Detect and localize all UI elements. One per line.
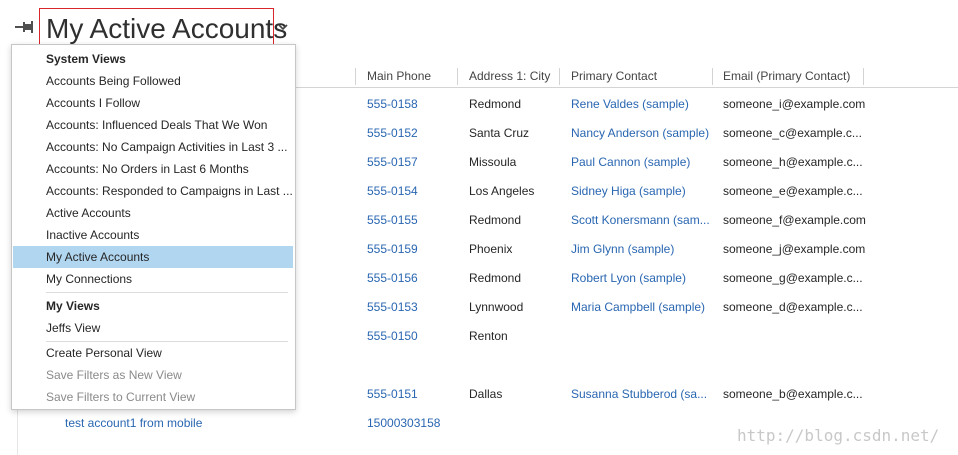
view-option[interactable]: Accounts: No Orders in Last 6 Months [13, 158, 293, 180]
city-cell: Redmond [469, 97, 522, 111]
email-cell: someone_i@example.com [723, 97, 866, 111]
primary-contact-link[interactable]: Sidney Higa (sample) [571, 184, 686, 198]
column-header-primary-contact[interactable]: Primary Contact [571, 69, 657, 83]
email-cell: someone_d@example.c... [723, 300, 863, 314]
primary-contact-link[interactable]: Nancy Anderson (sample) [571, 126, 709, 140]
column-separator [559, 68, 560, 85]
email-cell: someone_g@example.c... [723, 271, 863, 285]
view-option[interactable]: Accounts Being Followed [13, 70, 293, 92]
city-cell: Dallas [469, 387, 503, 401]
column-separator [712, 68, 713, 85]
main-phone-cell[interactable]: 555-0150 [367, 329, 418, 343]
column-header-email[interactable]: Email (Primary Contact) [723, 69, 850, 83]
column-separator [457, 68, 458, 85]
primary-contact-link[interactable]: Maria Campbell (sample) [571, 300, 705, 314]
city-cell: Phoenix [469, 242, 513, 256]
account-name-link[interactable]: test account1 from mobile [65, 416, 202, 430]
email-cell: someone_e@example.c... [723, 184, 863, 198]
email-cell: someone_b@example.c... [723, 387, 863, 401]
email-cell: someone_c@example.c... [723, 126, 862, 140]
view-option-selected[interactable]: My Active Accounts [13, 246, 293, 268]
page-title: My Active Accounts [46, 13, 288, 44]
view-option[interactable]: Jeffs View [13, 317, 293, 339]
primary-contact-link[interactable]: Susanna Stubberod (sa... [571, 387, 707, 401]
main-phone-cell[interactable]: 555-0151 [367, 387, 418, 401]
city-cell: Redmond [469, 271, 522, 285]
city-cell: Lynnwood [469, 300, 524, 314]
column-separator [355, 68, 356, 85]
email-cell: someone_f@example.com [723, 213, 866, 227]
main-phone-cell[interactable]: 555-0155 [367, 213, 418, 227]
column-header-main-phone[interactable]: Main Phone [367, 69, 431, 83]
pin-icon[interactable] [14, 20, 34, 34]
city-cell: Santa Cruz [469, 126, 530, 140]
primary-contact-link[interactable]: Robert Lyon (sample) [571, 271, 686, 285]
view-option[interactable]: Accounts I Follow [13, 92, 293, 114]
view-option[interactable]: My Connections [13, 268, 293, 290]
city-cell: Los Angeles [469, 184, 535, 198]
chevron-down-icon[interactable] [277, 22, 289, 32]
watermark: http://blog.csdn.net/ [737, 426, 940, 445]
main-phone-cell[interactable]: 555-0154 [367, 184, 418, 198]
primary-contact-link[interactable]: Paul Cannon (sample) [571, 155, 690, 169]
main-phone-cell[interactable]: 555-0156 [367, 271, 418, 285]
primary-contact-link[interactable]: Rene Valdes (sample) [571, 97, 689, 111]
system-views-heading: System Views [46, 52, 126, 66]
main-phone-cell[interactable]: 555-0159 [367, 242, 418, 256]
save-filters-new-view-item: Save Filters as New View [46, 368, 182, 382]
main-phone-cell[interactable]: 555-0153 [367, 300, 418, 314]
main-phone-cell[interactable]: 555-0158 [367, 97, 418, 111]
view-option[interactable]: Accounts: Influenced Deals That We Won [13, 114, 293, 136]
main-phone-cell[interactable]: 555-0152 [367, 126, 418, 140]
view-option[interactable]: Active Accounts [13, 202, 293, 224]
email-cell: someone_j@example.com [723, 242, 866, 256]
view-selector-dropdown: System Views Accounts Being Followed Acc… [11, 44, 296, 410]
view-option[interactable]: Accounts: Responded to Campaigns in Last… [13, 180, 293, 202]
view-option[interactable]: Accounts: No Campaign Activities in Last… [13, 136, 293, 158]
grid-header: Main Phone Address 1: City Primary Conta… [295, 66, 958, 88]
primary-contact-link[interactable]: Jim Glynn (sample) [571, 242, 674, 256]
email-cell: someone_h@example.c... [723, 155, 863, 169]
primary-contact-link[interactable]: Scott Konersmann (sam... [571, 213, 710, 227]
column-header-city[interactable]: Address 1: City [469, 69, 550, 83]
divider [46, 292, 288, 293]
main-phone-cell[interactable]: 15000303158 [367, 416, 440, 430]
create-personal-view-item[interactable]: Create Personal View [13, 342, 293, 364]
column-separator [863, 68, 864, 85]
save-filters-current-view-item: Save Filters to Current View [46, 390, 196, 404]
my-views-heading: My Views [46, 299, 100, 313]
city-cell: Renton [469, 329, 508, 343]
main-phone-cell[interactable]: 555-0157 [367, 155, 418, 169]
city-cell: Redmond [469, 213, 522, 227]
city-cell: Missoula [469, 155, 517, 169]
view-option[interactable]: Inactive Accounts [13, 224, 293, 246]
